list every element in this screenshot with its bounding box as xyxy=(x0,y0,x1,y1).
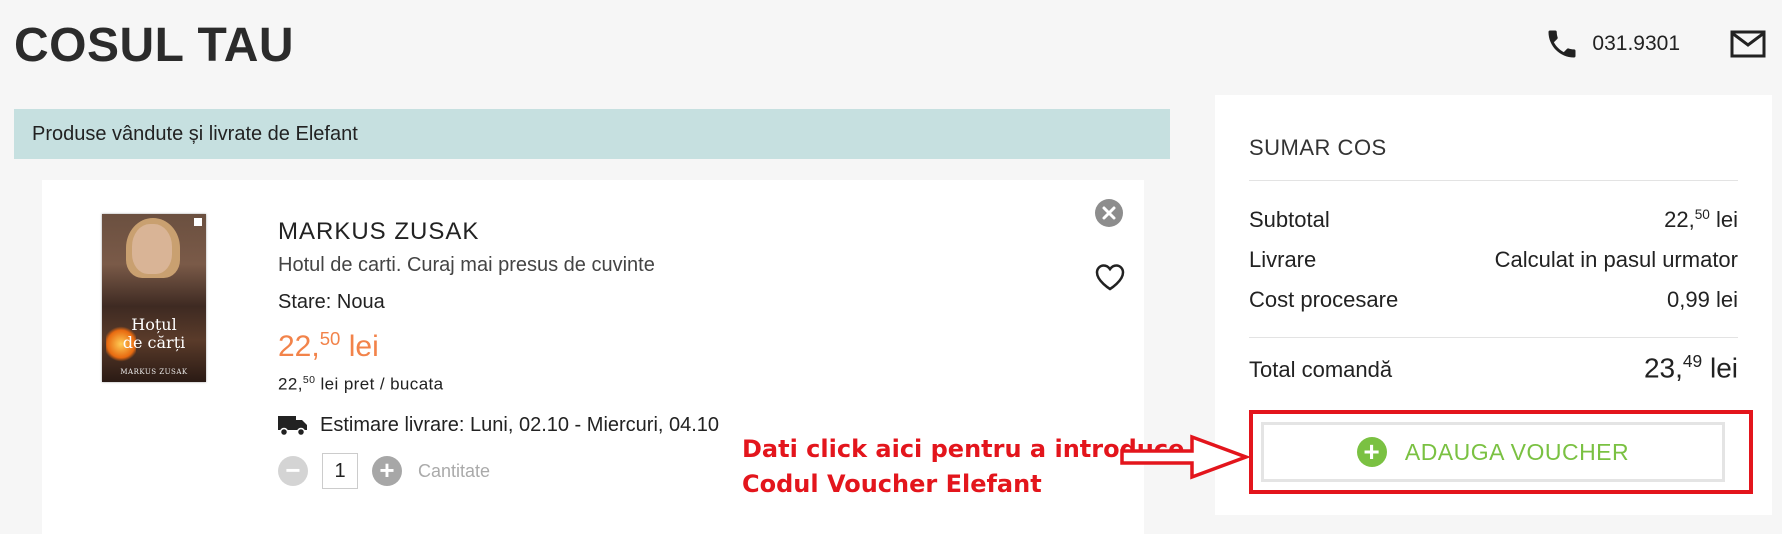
cover-title: Hoțul de cărți xyxy=(122,315,186,352)
summary-divider xyxy=(1249,180,1738,181)
delivery-estimate: Estimare livrare: Luni, 02.10 - Miercuri… xyxy=(278,414,719,437)
shipping-value: Calculat in pasul urmator xyxy=(1494,247,1738,272)
subtotal-label: Subtotal xyxy=(1249,207,1330,232)
shipping-row: Livrare Calculat in pasul urmator xyxy=(1249,247,1738,273)
mail-icon[interactable] xyxy=(1730,30,1766,58)
annotation-text: Dati click aici pentru a introduce Codul… xyxy=(742,432,1184,502)
product-condition: Stare: Noua xyxy=(278,291,385,313)
product-price: 22,50 lei xyxy=(278,328,379,364)
highlight-box xyxy=(1249,410,1753,494)
quantity-label: Cantitate xyxy=(418,460,491,481)
annotation-line: Codul Voucher Elefant xyxy=(742,470,1042,498)
phone-icon[interactable] xyxy=(1544,26,1580,62)
subtotal-value: 22,50 lei xyxy=(1664,207,1738,233)
processing-row: Cost procesare 0,99 lei xyxy=(1249,287,1738,313)
total-value: 23,49 lei xyxy=(1643,351,1738,384)
unit-price: 22,50 lei pret / bucata xyxy=(278,374,444,394)
quantity-input[interactable]: 1 xyxy=(322,453,358,489)
publisher-logo xyxy=(194,218,202,226)
summary-title: SUMAR COS xyxy=(1249,135,1387,160)
summary-divider xyxy=(1249,337,1738,338)
truck-icon xyxy=(278,415,307,436)
total-row: Total comandă 23,49 lei xyxy=(1249,351,1738,384)
processing-value: 0,99 lei xyxy=(1667,287,1738,312)
annotation-line: Dati click aici pentru a introduce xyxy=(742,435,1185,463)
decrease-quantity-button[interactable]: − xyxy=(278,456,308,486)
heart-icon[interactable] xyxy=(1094,262,1126,292)
cover-author: MARKUS ZUSAK xyxy=(120,368,188,376)
book-cover[interactable]: Hoțul de cărți MARKUS ZUSAK xyxy=(102,214,206,382)
phone-number[interactable]: 031.9301 xyxy=(1592,32,1680,56)
product-title[interactable]: Hotul de carti. Curaj mai presus de cuvi… xyxy=(278,254,655,277)
subtotal-row: Subtotal 22,50 lei xyxy=(1249,207,1738,233)
delivery-text: Estimare livrare: Luni, 02.10 - Miercuri… xyxy=(320,414,720,436)
shipping-label: Livrare xyxy=(1249,247,1317,272)
cover-face xyxy=(132,224,172,274)
contact-bar: 031.9301 xyxy=(1544,26,1766,62)
increase-quantity-button[interactable]: + xyxy=(372,456,402,486)
product-author[interactable]: MARKUS ZUSAK xyxy=(278,218,479,246)
seller-bar: Produse vândute și livrate de Elefant xyxy=(14,109,1170,159)
processing-label: Cost procesare xyxy=(1249,287,1399,312)
arrow-icon xyxy=(1120,434,1250,480)
page-title: COSUL TAU xyxy=(14,19,295,72)
quantity-stepper: − 1 + Cantitate xyxy=(278,453,490,489)
remove-icon[interactable] xyxy=(1094,198,1124,228)
total-label: Total comandă xyxy=(1249,357,1393,382)
